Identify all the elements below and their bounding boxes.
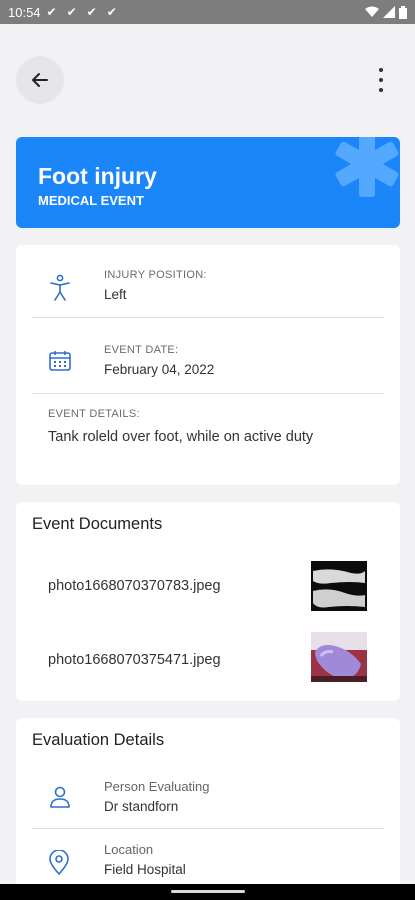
arrow-left-icon xyxy=(32,73,48,87)
event-details-value: Tank roleld over foot, while on active d… xyxy=(48,429,314,445)
divider xyxy=(32,828,384,829)
signal-icon xyxy=(383,6,395,18)
documents-section-title: Event Documents xyxy=(32,515,163,533)
document-thumbnail[interactable] xyxy=(311,561,367,611)
event-header-banner: Foot injury MEDICAL EVENT xyxy=(16,137,400,228)
status-time: 10:54 xyxy=(8,4,41,20)
check-mark-icon: ✔ xyxy=(46,5,57,19)
person-icon xyxy=(50,786,70,808)
event-details-label: EVENT DETAILS: xyxy=(48,408,140,420)
check-mark-icon: ✔ xyxy=(106,5,117,19)
injury-position-value: Left xyxy=(104,287,127,302)
check-mark-icon: ✔ xyxy=(86,5,97,19)
evaluation-section-title: Evaluation Details xyxy=(32,731,165,749)
app-bar xyxy=(0,24,415,134)
status-bar: 10:54 ✔ ✔ ✔ ✔ xyxy=(0,0,415,24)
document-name: photo1668070370783.jpeg xyxy=(48,578,221,594)
event-date-value: February 04, 2022 xyxy=(104,362,215,377)
injury-position-label: INJURY POSITION: xyxy=(104,269,207,281)
more-vert-icon xyxy=(379,68,383,72)
wifi-icon xyxy=(365,6,379,17)
location-label: Location xyxy=(104,842,154,857)
divider xyxy=(32,393,384,394)
person-evaluating-value: Dr standforn xyxy=(104,799,179,814)
back-button[interactable] xyxy=(16,56,64,104)
battery-icon xyxy=(399,5,407,19)
divider xyxy=(32,317,384,318)
calendar-icon xyxy=(49,351,71,371)
xray-image-icon xyxy=(311,561,367,611)
location-pin-icon xyxy=(49,850,69,876)
event-documents-card: Event Documents photo1668070370783.jpeg … xyxy=(16,502,400,701)
location-value: Field Hospital xyxy=(104,862,186,877)
medical-asterisk-icon xyxy=(335,137,399,197)
home-gesture-handle[interactable] xyxy=(171,890,245,893)
event-category: MEDICAL EVENT xyxy=(38,193,144,208)
system-icons xyxy=(365,5,407,19)
event-title: Foot injury xyxy=(38,163,157,189)
event-date-label: EVENT DATE: xyxy=(104,344,179,356)
notification-icons: ✔ ✔ ✔ ✔ xyxy=(47,5,117,19)
person-evaluating-label: Person Evaluating xyxy=(104,779,210,794)
check-mark-icon: ✔ xyxy=(66,5,77,19)
document-thumbnail[interactable] xyxy=(311,632,367,682)
document-name: photo1668070375471.jpeg xyxy=(48,652,221,668)
evaluation-details-card: Evaluation Details Person Evaluating Dr … xyxy=(16,718,400,900)
foot-photo-icon xyxy=(311,632,367,682)
more-options-button[interactable] xyxy=(373,68,389,92)
system-navigation-bar xyxy=(0,884,415,900)
person-body-icon xyxy=(50,274,70,301)
event-info-card: INJURY POSITION: Left EVENT DATE: Februa… xyxy=(16,245,400,485)
